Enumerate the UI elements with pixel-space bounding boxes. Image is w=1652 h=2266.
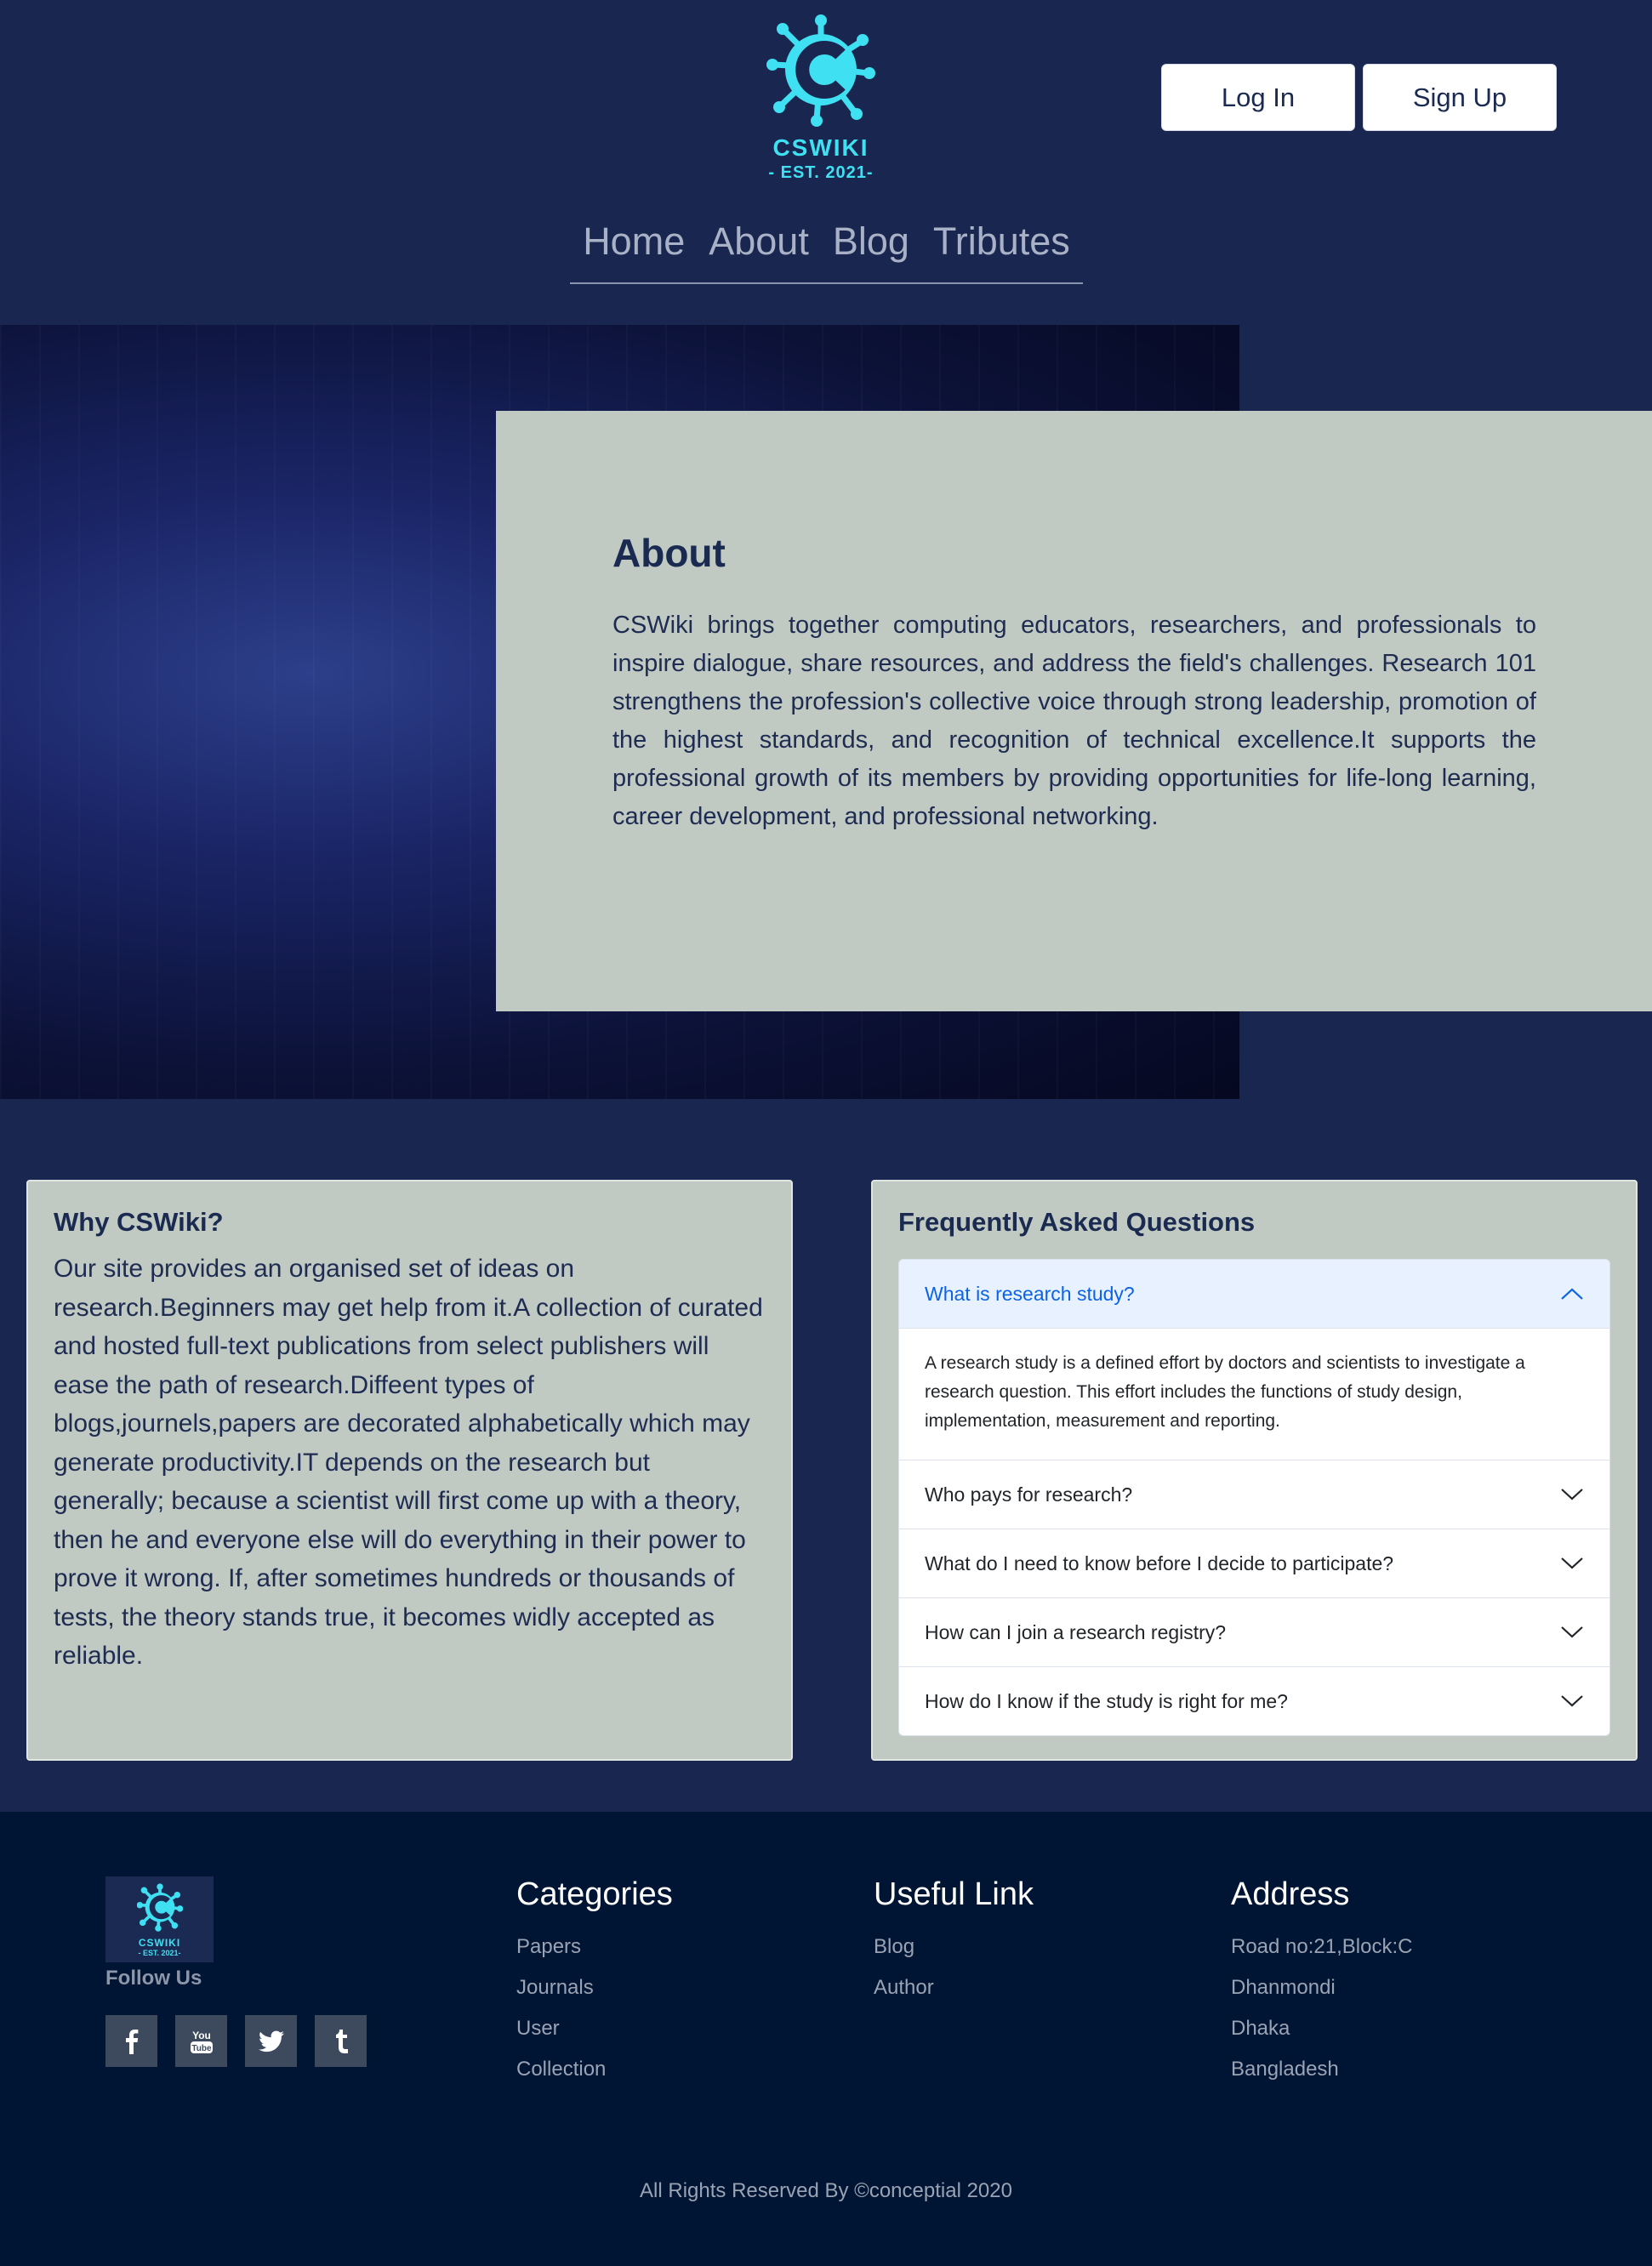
faq-question: How can I join a research registry? xyxy=(925,1620,1227,1643)
faq-accordion: What is research study? A research study… xyxy=(898,1259,1610,1736)
address-line: Bangladesh xyxy=(1231,2058,1339,2081)
faq-question-button[interactable]: What do I need to know before I decide t… xyxy=(899,1529,1609,1597)
site-footer: CSWIKI - EST. 2021- Follow Us You Tube C… xyxy=(0,1812,1652,2266)
faq-item: Who pays for research? xyxy=(899,1460,1609,1529)
svg-text:You: You xyxy=(192,2030,211,2041)
site-logo[interactable]: CSWIKI - EST. 2021- xyxy=(757,12,885,191)
footer-logo-name: CSWIKI xyxy=(138,1937,181,1949)
footer-link-papers[interactable]: Papers xyxy=(516,1927,673,1967)
chevron-up-icon xyxy=(1561,1288,1583,1300)
footer-link-user[interactable]: User xyxy=(516,2008,673,2049)
faq-item: What do I need to know before I decide t… xyxy=(899,1529,1609,1597)
chevron-down-icon xyxy=(1561,1489,1583,1500)
youtube-button[interactable]: You Tube xyxy=(175,2015,227,2067)
twitter-icon xyxy=(258,2030,284,2052)
faq-answer: A research study is a defined effort by … xyxy=(899,1328,1609,1460)
faq-question: What is research study? xyxy=(925,1282,1135,1305)
useful-link-title: Useful Link xyxy=(874,1876,1034,1912)
faq-question: Who pays for research? xyxy=(925,1483,1133,1506)
address-title: Address xyxy=(1231,1876,1350,1912)
nav-about[interactable]: About xyxy=(709,219,809,264)
address-line: Road no:21,Block:C xyxy=(1231,1935,1413,1958)
footer-categories: Categories Papers Journals User Collecti… xyxy=(516,1876,673,2090)
footer-link-author[interactable]: Author xyxy=(874,1967,1034,2008)
virus-c-logo-icon xyxy=(136,1883,183,1932)
social-links: You Tube xyxy=(105,2015,367,2067)
chevron-down-icon xyxy=(1561,1626,1583,1638)
footer-address: Address Road no:21,Block:C Dhanmondi Dha… xyxy=(1231,1876,1412,2090)
faq-item: What is research study? A research study… xyxy=(899,1260,1609,1460)
chevron-down-icon xyxy=(1561,1695,1583,1707)
nav-home[interactable]: Home xyxy=(583,219,685,264)
footer-link-collection[interactable]: Collection xyxy=(516,2049,673,2090)
faq-title: Frequently Asked Questions xyxy=(898,1207,1256,1237)
faq-question: How do I know if the study is right for … xyxy=(925,1689,1288,1712)
youtube-icon: You Tube xyxy=(190,2030,213,2053)
footer-link-blog[interactable]: Blog xyxy=(874,1927,1034,1967)
faq-question-button[interactable]: How can I join a research registry? xyxy=(899,1598,1609,1666)
copyright-text: All Rights Reserved By ©conceptial 2020 xyxy=(640,2179,1012,2202)
chevron-down-icon xyxy=(1561,1557,1583,1569)
footer-logo[interactable]: CSWIKI - EST. 2021- xyxy=(105,1876,214,1962)
virus-c-logo-icon xyxy=(766,14,875,127)
logo-name: CSWIKI xyxy=(772,134,869,161)
logo-est: - EST. 2021- xyxy=(768,163,874,182)
why-cswiki-card: Why CSWiki? Our site provides an organis… xyxy=(26,1180,793,1761)
footer-useful-links: Useful Link Blog Author xyxy=(874,1876,1034,2008)
faq-question-button[interactable]: What is research study? xyxy=(899,1260,1609,1328)
faq-item: How can I join a research registry? xyxy=(899,1597,1609,1666)
auth-buttons: Log In Sign Up xyxy=(1161,64,1557,131)
facebook-icon xyxy=(125,2029,138,2054)
follow-us-label: Follow Us xyxy=(105,1967,202,1990)
facebook-button[interactable] xyxy=(105,2015,157,2067)
tumblr-icon xyxy=(335,2029,348,2053)
footer-logo-est: - EST. 2021- xyxy=(138,1949,181,1957)
svg-text:Tube: Tube xyxy=(191,2044,212,2053)
faq-question: What do I need to know before I decide t… xyxy=(925,1551,1394,1574)
faq-item: How do I know if the study is right for … xyxy=(899,1666,1609,1735)
main-nav: Home About Blog Tributes xyxy=(570,219,1083,284)
about-title: About xyxy=(612,531,726,575)
why-text: Our site provides an organised set of id… xyxy=(54,1255,763,1670)
footer-link-journals[interactable]: Journals xyxy=(516,1967,673,2008)
twitter-button[interactable] xyxy=(245,2015,297,2067)
faq-question-button[interactable]: How do I know if the study is right for … xyxy=(899,1667,1609,1735)
categories-title: Categories xyxy=(516,1876,673,1912)
about-text: CSWiki brings together computing educato… xyxy=(612,612,1536,830)
faq-card: Frequently Asked Questions What is resea… xyxy=(871,1180,1638,1761)
address-line: Dhaka xyxy=(1231,2017,1290,2040)
about-section: About CSWiki brings together computing e… xyxy=(496,411,1652,1011)
address-line: Dhanmondi xyxy=(1231,1976,1336,1999)
signup-button[interactable]: Sign Up xyxy=(1363,64,1557,131)
tumblr-button[interactable] xyxy=(315,2015,367,2067)
nav-tributes[interactable]: Tributes xyxy=(933,219,1070,264)
login-button[interactable]: Log In xyxy=(1161,64,1355,131)
why-title: Why CSWiki? xyxy=(54,1207,224,1237)
nav-blog[interactable]: Blog xyxy=(833,219,909,264)
faq-question-button[interactable]: Who pays for research? xyxy=(899,1460,1609,1529)
